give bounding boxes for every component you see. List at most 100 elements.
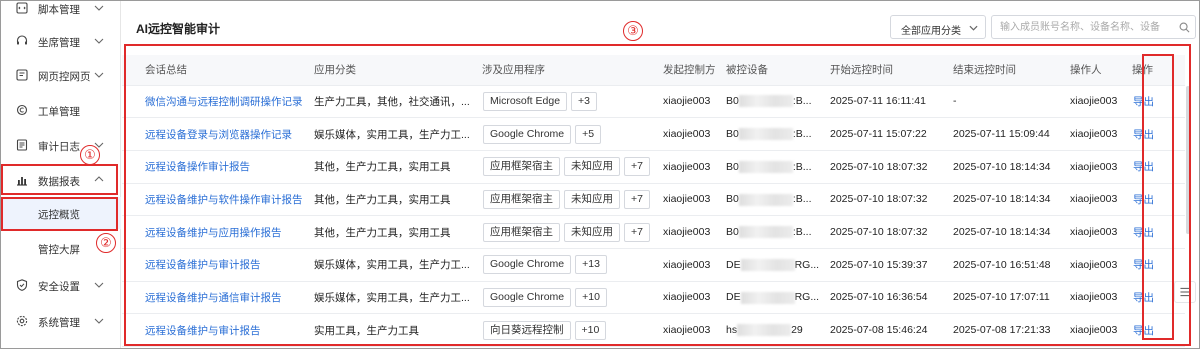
export-link[interactable]: 导出 — [1133, 161, 1154, 173]
export-link[interactable]: 导出 — [1133, 96, 1154, 108]
vertical-scrollbar[interactable] — [1186, 86, 1190, 234]
operator: xiaojie003 — [1070, 281, 1132, 315]
sidebar-item-0[interactable]: 脚本管理 — [1, 0, 121, 24]
sidebar-subitem-label: 管控大屏 — [38, 244, 80, 256]
controlled-device: B0:B... — [726, 215, 830, 249]
redacted-mask — [740, 258, 795, 271]
app-category: 其他，生产力工具，实用工具 — [314, 215, 482, 249]
end-time: 2025-07-10 18:14:34 — [953, 215, 1070, 249]
apps-cell: 向日葵远程控制 +10 — [482, 313, 663, 347]
app-tag: Google Chrome — [483, 255, 572, 275]
apps-cell: Google Chrome +13 — [482, 248, 663, 282]
initiator: xiaojie003 — [663, 215, 726, 249]
app-category: 娱乐媒体，实用工具，生产力工... — [314, 248, 482, 282]
export-link[interactable]: 导出 — [1133, 194, 1154, 206]
app-tag: 未知应用 — [564, 222, 620, 242]
session-summary-link[interactable]: 远程设备维护与审计报告 — [122, 248, 314, 282]
sidebar-item-3[interactable]: 工单管理 — [1, 94, 121, 126]
redacted-mask — [737, 324, 792, 337]
table-row: 远程设备维护与通信审计报告 娱乐媒体，实用工具，生产力工... Google Chr… — [122, 281, 1185, 315]
end-time: - — [953, 85, 1070, 119]
sidebar-item-8[interactable]: 安全设置 — [1, 269, 121, 301]
device-suffix: :B... — [792, 193, 812, 206]
initiator: xiaojie003 — [663, 117, 726, 151]
end-time: 2025-07-08 17:21:33 — [953, 313, 1070, 347]
gear-icon — [15, 314, 29, 328]
action-cell: 导出 — [1132, 248, 1185, 282]
start-time: 2025-07-10 18:07:32 — [830, 183, 953, 217]
redacted-mask — [738, 226, 793, 239]
controlled-device: hs 29 — [726, 313, 830, 347]
device-prefix: DE — [726, 291, 741, 304]
chevron-down-icon — [94, 318, 104, 324]
search-input[interactable] — [1000, 20, 1175, 35]
end-time: 2025-07-10 18:14:34 — [953, 183, 1070, 217]
more-apps-tag[interactable]: +7 — [624, 157, 650, 177]
sidebar-item-4[interactable]: 审计日志 — [1, 129, 121, 161]
session-summary-link[interactable]: 远程设备维护与审计报告 — [122, 313, 314, 347]
sidebar-item-9[interactable]: 系统管理 — [1, 305, 121, 337]
session-summary-link[interactable]: 远程设备登录与浏览器操作记录 — [122, 117, 314, 151]
export-link[interactable]: 导出 — [1133, 292, 1154, 304]
end-time: 2025-07-10 17:07:11 — [953, 281, 1070, 315]
export-link[interactable]: 导出 — [1133, 129, 1154, 141]
operator: xiaojie003 — [1070, 117, 1132, 151]
app-tag: 应用框架宿主 — [483, 222, 560, 242]
app-category: 其他，生产力工具，实用工具 — [314, 150, 482, 184]
end-time: 2025-07-10 16:51:48 — [953, 248, 1070, 282]
apps-cell: Google Chrome +5 — [482, 117, 663, 151]
category-filter-select[interactable]: 全部应用分类 — [890, 15, 986, 39]
page-title: AI远控智能审计 — [136, 22, 221, 36]
more-apps-tag[interactable]: +10 — [575, 287, 607, 307]
apps-cell: 应用框架宿主 未知应用 +7 — [482, 183, 663, 217]
redacted-mask — [738, 160, 793, 173]
more-apps-tag[interactable]: +7 — [624, 222, 650, 242]
session-summary-link[interactable]: 微信沟通与远程控制调研操作记录 — [122, 85, 314, 119]
main-panel: AI远控智能审计 全部应用分类 会话总结应用分类涉及应用程序发起控制方被控设备开… — [122, 1, 1199, 348]
sidebar-item-1[interactable]: 坐席管理 — [1, 25, 121, 57]
device-suffix: :B... — [792, 127, 812, 140]
session-summary-link[interactable]: 远程设备操作审计报告 — [122, 150, 314, 184]
log-icon — [15, 138, 29, 152]
sidebar-subitem-6[interactable]: 远控概览 — [1, 197, 121, 229]
session-summary-link[interactable]: 远程设备维护与通信审计报告 — [122, 281, 314, 315]
search-icon[interactable] — [1179, 22, 1190, 33]
sidebar-item-5[interactable]: 数据报表 — [1, 164, 121, 196]
more-apps-tag[interactable]: +13 — [575, 255, 607, 275]
controlled-device: DE RG... — [726, 248, 830, 282]
sidebar-item-label: 系统管理 — [38, 317, 80, 329]
annotation-marker-1: ① — [80, 145, 100, 165]
more-apps-tag[interactable]: +7 — [624, 189, 650, 209]
table-row: 远程设备操作审计报告 其他，生产力工具，实用工具 应用框架宿主 未知应用 +7 xiaoj… — [122, 150, 1185, 184]
chevron-down-icon — [94, 38, 104, 44]
device-prefix: B0 — [726, 160, 739, 173]
export-link[interactable]: 导出 — [1133, 227, 1154, 239]
export-link[interactable]: 导出 — [1133, 259, 1154, 271]
end-time: 2025-07-11 15:09:44 — [953, 117, 1070, 151]
session-summary-link[interactable]: 远程设备维护与软件操作审计报告 — [122, 183, 314, 217]
action-cell: 导出 — [1132, 117, 1185, 151]
export-link[interactable]: 导出 — [1133, 325, 1154, 337]
end-time: 2025-07-10 18:14:34 — [953, 150, 1070, 184]
device-prefix: B0 — [726, 127, 739, 140]
session-summary-link[interactable]: 远程设备维护与应用操作报告 — [122, 215, 314, 249]
more-apps-tag[interactable]: +3 — [571, 91, 598, 111]
ticket-icon — [15, 103, 29, 117]
sidebar-item-2[interactable]: 网页控网页 — [1, 59, 121, 91]
initiator: xiaojie003 — [663, 85, 726, 119]
app-category: 实用工具，生产力工具 — [314, 313, 482, 347]
start-time: 2025-07-11 16:11:41 — [830, 85, 953, 119]
more-apps-tag[interactable]: +5 — [575, 124, 602, 144]
sidebar-item-label: 安全设置 — [38, 281, 80, 293]
more-apps-tag[interactable]: +10 — [574, 320, 607, 340]
sidebar-item-label: 工单管理 — [38, 106, 80, 118]
controlled-device: B0:B... — [726, 183, 830, 217]
device-suffix: :B... — [792, 225, 812, 238]
search-box[interactable] — [991, 15, 1196, 39]
table-row: 远程设备维护与审计报告 娱乐媒体，实用工具，生产力工... Google Chrom… — [122, 248, 1185, 282]
list-menu-button[interactable] — [1174, 281, 1196, 303]
device-prefix: DE — [726, 258, 741, 271]
app-category: 其他，生产力工具，实用工具 — [314, 183, 482, 217]
redacted-mask — [738, 95, 793, 108]
chevron-down-icon — [94, 5, 104, 11]
